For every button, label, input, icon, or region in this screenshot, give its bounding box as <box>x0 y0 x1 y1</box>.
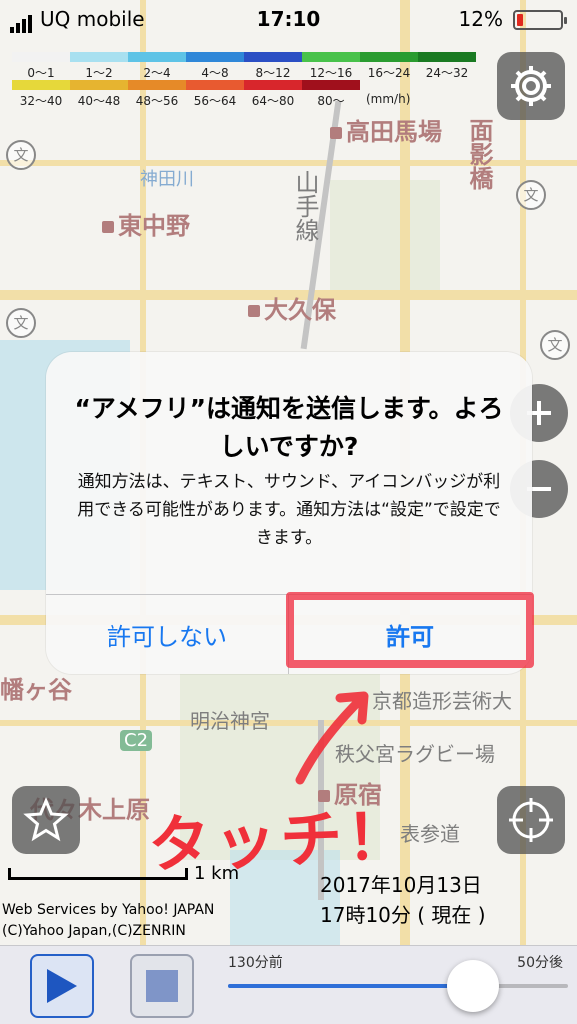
rain-legend: 0～1 1～2 2～4 4～8 8～12 12～16 16～24 24～32 32～40 40～… <box>12 52 476 108</box>
legend-row: 32～40 40～48 48～56 56～64 64～80 80～ (mm/h) <box>12 80 476 108</box>
legend-item: 16～24 <box>360 52 418 80</box>
legend-swatch <box>128 52 186 62</box>
legend-swatch <box>244 80 302 90</box>
legend-label: 56～64 <box>193 94 237 108</box>
legend-unit: (mm/h) <box>366 92 411 106</box>
slider-min-label: 130分前 <box>228 955 283 971</box>
touch-annotation: タッチ！ <box>146 799 414 882</box>
legend-item: 80～ <box>302 80 360 108</box>
legend-label: 32～40 <box>19 94 63 108</box>
legend-item: 2～4 <box>128 52 186 80</box>
allow-highlight-annotation <box>286 592 534 668</box>
legend-row: 0～1 1～2 2～4 4～8 8～12 12～16 16～24 24～32 <box>12 52 476 80</box>
alert-message: 通知方法は、テキスト、サウンド、アイコンバッジが利用できる可能性があります。通知… <box>77 472 501 548</box>
credit-line: Web Services by Yahoo! JAPAN <box>2 902 215 918</box>
credit-line: (C)Yahoo Japan,(C)ZENRIN <box>2 923 186 939</box>
battery-icon <box>513 10 567 30</box>
legend-label: 8～12 <box>255 66 291 80</box>
legend-item: 12～16 <box>302 52 360 80</box>
legend-label: 0～1 <box>27 66 55 80</box>
time-slider[interactable] <box>228 960 568 1012</box>
legend-label: 1～2 <box>85 66 113 80</box>
settings-button[interactable] <box>497 52 565 120</box>
radar-datetime: 2017年10月13日 17時10分 ( 現在 ) <box>320 870 486 930</box>
legend-item: 4～8 <box>186 52 244 80</box>
legend-label: 24～32 <box>425 66 469 80</box>
legend-swatch <box>302 80 360 90</box>
legend-label: 40～48 <box>77 94 121 108</box>
gear-icon <box>511 66 551 106</box>
stop-button[interactable] <box>130 954 194 1018</box>
legend-swatch <box>186 80 244 90</box>
map-credits: Web Services by Yahoo! JAPAN (C)Yahoo Ja… <box>2 900 214 942</box>
slider-thumb[interactable] <box>446 960 499 1012</box>
radar-time: 17時10分 ( 現在 ) <box>320 903 486 927</box>
slider-fill <box>228 984 473 988</box>
legend-swatch <box>302 52 360 62</box>
legend-label: 16～24 <box>367 66 411 80</box>
battery-percent: 12% <box>458 7 503 31</box>
legend-swatch <box>360 52 418 62</box>
crosshair-icon <box>509 798 553 842</box>
legend-swatch <box>12 52 70 62</box>
legend-label: 80～ <box>317 94 345 108</box>
favorite-button[interactable] <box>12 786 80 854</box>
legend-item: 40～48 <box>70 80 128 108</box>
legend-item: 48～56 <box>128 80 186 108</box>
stop-icon <box>146 970 178 1002</box>
legend-swatch <box>244 52 302 62</box>
legend-swatch <box>186 52 244 62</box>
legend-swatch <box>70 52 128 62</box>
legend-item: 8～12 <box>244 52 302 80</box>
legend-label: 12～16 <box>309 66 353 80</box>
legend-label: 48～56 <box>135 94 179 108</box>
legend-label: 4～8 <box>201 66 229 80</box>
deny-button[interactable]: 許可しない <box>46 594 288 674</box>
playback-toolbar: 130分前 50分後 <box>0 945 577 1024</box>
play-button[interactable] <box>30 954 94 1018</box>
slider-max-label: 50分後 <box>517 955 563 971</box>
legend-swatch <box>418 52 476 62</box>
legend-item: 24～32 <box>418 52 476 80</box>
legend-label: 2～4 <box>143 66 171 80</box>
legend-swatch <box>128 80 186 90</box>
legend-item: 1～2 <box>70 52 128 80</box>
play-icon <box>47 969 77 1003</box>
legend-swatch <box>12 80 70 90</box>
legend-label: 64～80 <box>251 94 295 108</box>
legend-item: 64～80 <box>244 80 302 108</box>
alert-title: “アメフリ”は通知を送信します。よろしいですか? <box>74 394 504 461</box>
current-location-button[interactable] <box>497 786 565 854</box>
legend-swatch <box>70 80 128 90</box>
legend-item: 32～40 <box>12 80 70 108</box>
star-icon <box>23 797 69 842</box>
legend-item: 56～64 <box>186 80 244 108</box>
legend-item: 0～1 <box>12 52 70 80</box>
annotation-arrow <box>295 691 369 785</box>
status-bar: UQ mobile 17:10 12% <box>0 0 577 38</box>
